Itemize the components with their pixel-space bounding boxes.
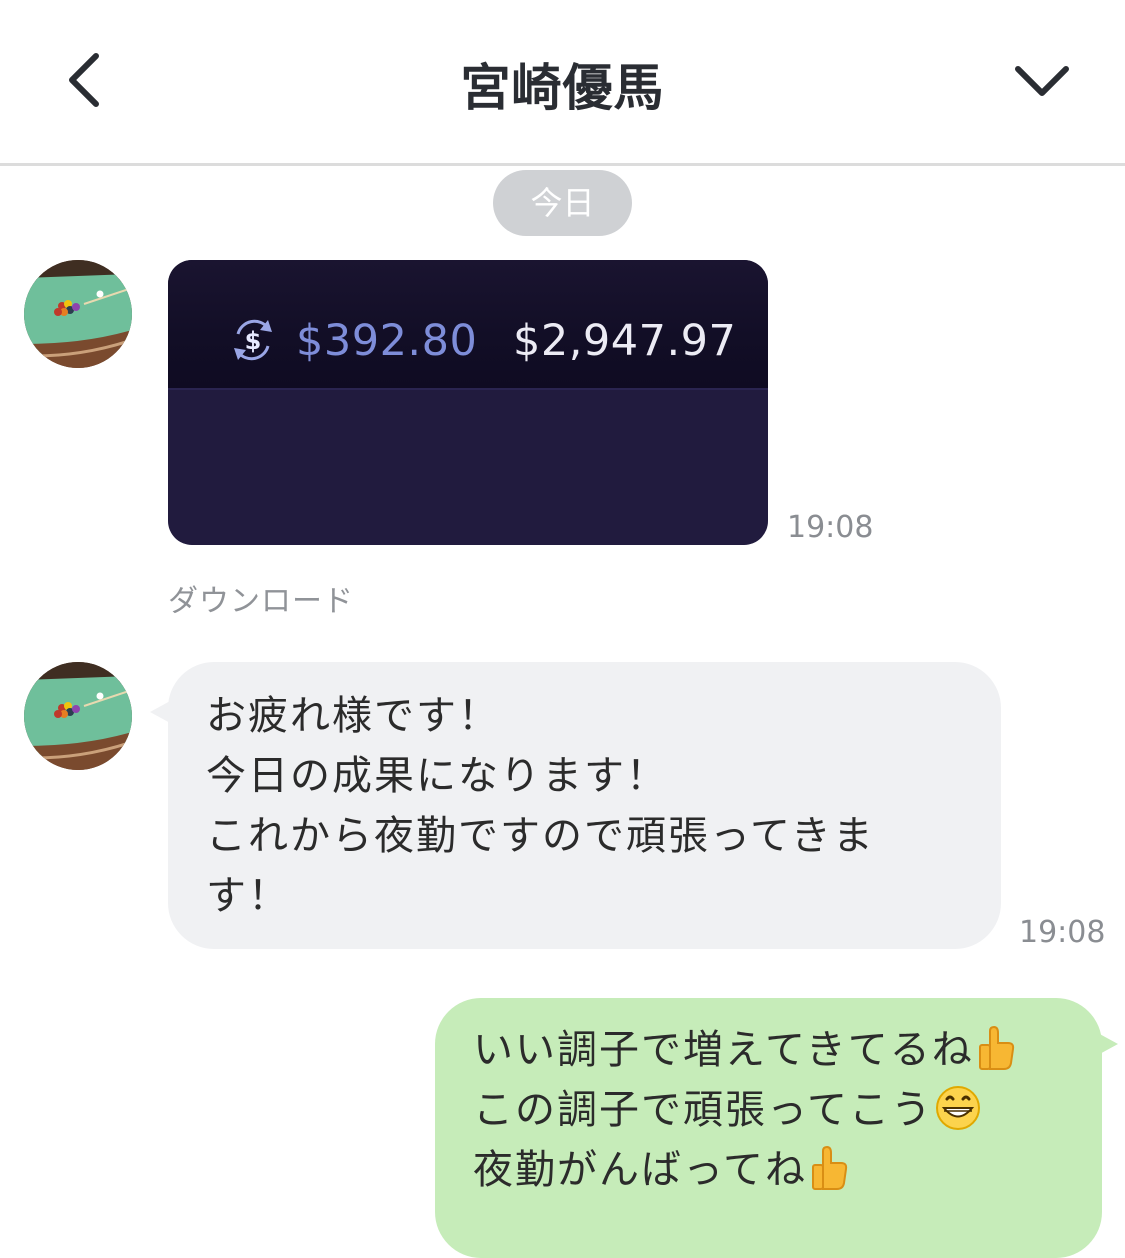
- message-time: 19:08: [787, 510, 874, 545]
- thumbs-up-icon: [978, 1025, 1014, 1070]
- message-line-text: いい調子で増えてきてるね: [473, 1027, 974, 1073]
- message-line-text: 夜勤がんばってね: [473, 1147, 807, 1193]
- message-line-text: この調子で頑張ってこう: [473, 1087, 933, 1133]
- menu-toggle-button[interactable]: [1005, 48, 1079, 114]
- avatar[interactable]: [24, 260, 132, 368]
- svg-text:$: $: [245, 327, 262, 355]
- message-text: お疲れ様です！ 今日の成果になります！ これから夜勤ですので頑張ってきま す！: [206, 693, 875, 919]
- message-text: いい調子で増えてきてるね この調子で頑張ってこう 夜勤がんばってね: [473, 1020, 1072, 1200]
- message-line: 夜勤がんばってね: [473, 1140, 1072, 1200]
- bubble-tail: [150, 700, 172, 724]
- grinning-face-icon: [936, 1086, 980, 1130]
- amount-primary: $2,947.97: [513, 316, 737, 366]
- date-divider: 今日: [493, 170, 632, 236]
- chevron-down-icon: [1015, 66, 1069, 96]
- amount-secondary: $392.80: [296, 316, 478, 366]
- message-line: いい調子で増えてきてるね: [473, 1020, 1072, 1080]
- thumbs-up-icon: [812, 1145, 848, 1190]
- message-line: この調子で頑張ってこう: [473, 1080, 1072, 1140]
- incoming-message-bubble[interactable]: お疲れ様です！ 今日の成果になります！ これから夜勤ですので頑張ってきま す！: [150, 662, 1001, 949]
- bubble-tail: [1096, 1032, 1118, 1056]
- message-time: 19:08: [1019, 915, 1106, 950]
- currency-exchange-icon: $: [234, 319, 272, 361]
- avatar[interactable]: [24, 662, 132, 770]
- download-link[interactable]: ダウンロード: [168, 576, 354, 620]
- outgoing-message-bubble[interactable]: いい調子で増えてきてるね この調子で頑張ってこう 夜勤がんばってね: [435, 998, 1118, 1258]
- image-divider: [168, 388, 768, 390]
- chat-title: 宮崎優馬: [460, 59, 665, 117]
- image-message[interactable]: $ $392.80 $2,947.97: [168, 260, 768, 545]
- chat-header: 宮崎優馬: [0, 0, 1125, 166]
